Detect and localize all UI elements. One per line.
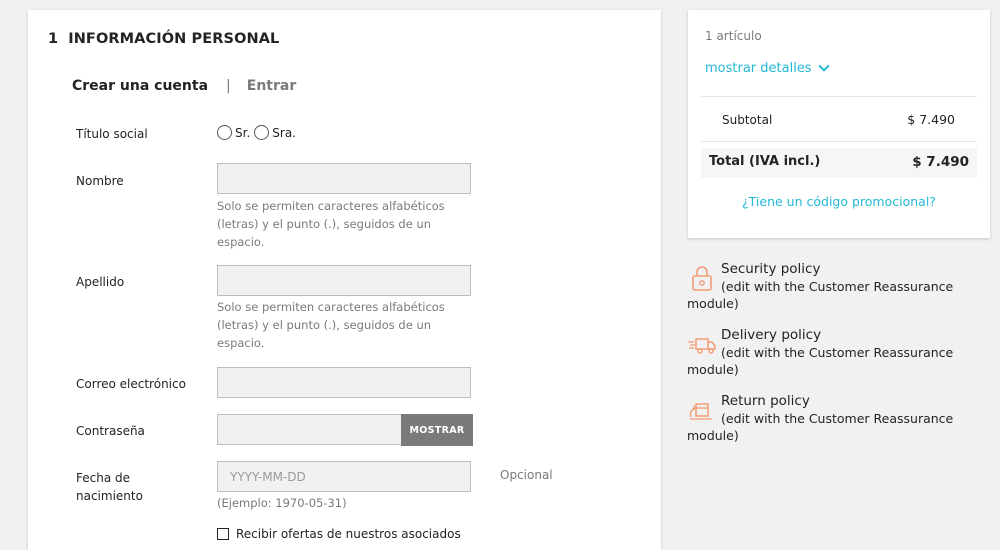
reassurance-return: Return policy (edit with the Customer Re…	[687, 393, 987, 444]
show-details-label: mostrar detalles	[705, 61, 812, 76]
step-number: 1	[48, 31, 59, 47]
delivery-policy-desc: (edit with the Customer Reassurance modu…	[687, 345, 954, 377]
reassurance-security: Security policy (edit with the Customer …	[687, 261, 987, 312]
show-password-button[interactable]: MOSTRAR	[401, 414, 473, 446]
subtotal-label: Subtotal	[722, 113, 773, 127]
birthdate-label: Fecha de nacimiento	[76, 469, 143, 505]
password-label: Contraseña	[76, 424, 145, 438]
return-icon	[689, 403, 712, 420]
social-title-radios: Sr. Sra.	[217, 125, 300, 140]
radio-mr[interactable]: Sr.	[217, 125, 250, 140]
return-policy-title: Return policy	[721, 393, 810, 409]
subtotal-value: $ 7.490	[907, 112, 955, 127]
items-count: 1 artículo	[705, 29, 762, 43]
first-name-input[interactable]	[217, 163, 471, 194]
last-name-input[interactable]	[217, 265, 471, 296]
auth-tabs: Crear una cuenta | Entrar	[72, 78, 296, 94]
return-policy-desc: (edit with the Customer Reassurance modu…	[687, 411, 954, 443]
radio-mrs-circle[interactable]	[254, 125, 270, 140]
security-policy-desc: (edit with the Customer Reassurance modu…	[687, 279, 954, 311]
show-details-link[interactable]: mostrar detalles	[705, 59, 830, 76]
email-input[interactable]	[217, 367, 471, 398]
offers-checkbox[interactable]	[217, 528, 229, 540]
summary-divider-mid	[701, 141, 977, 142]
last-name-label: Apellido	[76, 275, 125, 289]
first-name-label: Nombre	[76, 174, 124, 188]
total-value: $ 7.490	[912, 154, 969, 170]
section-title[interactable]: 1 INFORMACIÓN PERSONAL	[48, 31, 279, 47]
social-title-label: Título social	[76, 127, 148, 141]
security-policy-title: Security policy	[721, 261, 821, 277]
tab-separator: |	[226, 78, 231, 94]
birthdate-optional: Opcional	[500, 468, 553, 482]
birthdate-input[interactable]	[217, 461, 471, 492]
radio-mrs[interactable]: Sra.	[254, 125, 296, 140]
radio-mr-circle[interactable]	[217, 125, 232, 140]
login-tab[interactable]: Entrar	[247, 78, 296, 94]
step-title: INFORMACIÓN PERSONAL	[68, 31, 280, 47]
first-name-hint: Solo se permiten caracteres alfabéticos …	[217, 199, 445, 249]
radio-mrs-label: Sra.	[272, 125, 296, 140]
delivery-policy-title: Delivery policy	[721, 327, 822, 343]
total-label: Total (IVA incl.)	[709, 154, 821, 169]
email-label: Correo electrónico	[76, 377, 186, 391]
reassurance-delivery: Delivery policy (edit with the Customer …	[687, 327, 987, 378]
promo-code-link[interactable]: ¿Tiene un código promocional?	[688, 194, 990, 209]
chevron-down-icon	[817, 59, 830, 72]
lock-icon	[692, 266, 712, 291]
radio-mr-label: Sr.	[235, 125, 251, 140]
truck-icon	[688, 338, 716, 354]
personal-info-card: 1 INFORMACIÓN PERSONAL Crear una cuenta | E…	[28, 10, 661, 550]
offers-label: Recibir ofertas de nuestros asociados	[236, 527, 461, 541]
offers-checkbox-row[interactable]: Recibir ofertas de nuestros asociados	[217, 527, 461, 541]
last-name-hint: Solo se permiten caracteres alfabéticos …	[217, 300, 445, 350]
birthdate-hint: (Ejemplo: 1970-05-31)	[217, 496, 347, 510]
total-row: Total (IVA incl.) $ 7.490	[701, 148, 977, 178]
password-input[interactable]	[217, 414, 403, 445]
birthdate-label-line1: Fecha de	[76, 471, 130, 485]
summary-divider-top	[701, 96, 977, 97]
create-account-tab[interactable]: Crear una cuenta	[72, 78, 208, 94]
cart-summary: 1 artículo mostrar detalles Subtotal $ 7…	[688, 10, 990, 238]
birthdate-label-line2: nacimiento	[76, 489, 143, 503]
